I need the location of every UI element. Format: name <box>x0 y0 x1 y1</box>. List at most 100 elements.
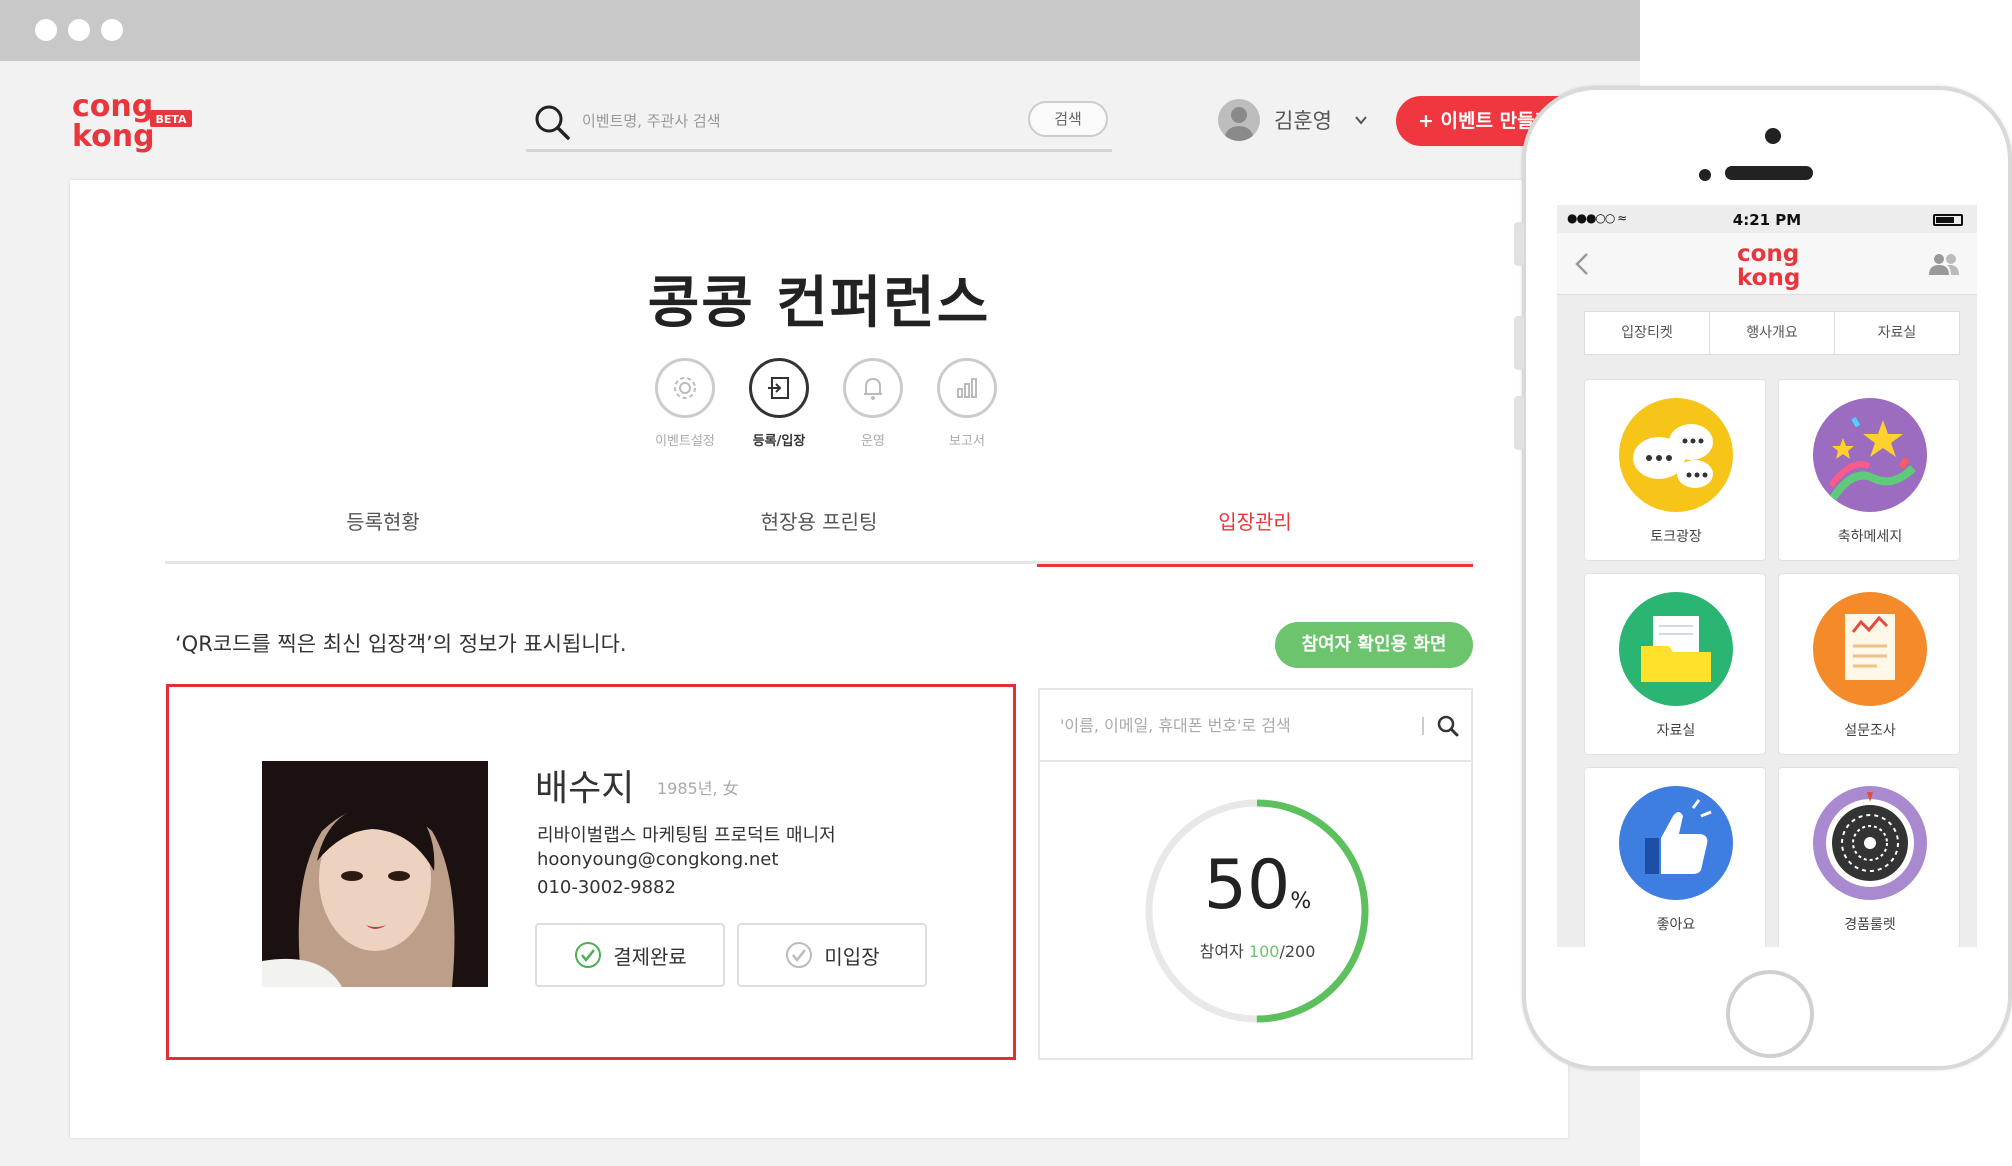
status-bar: ●●●○○ ≈ 4:21 PM <box>1557 205 1977 233</box>
entry-icon <box>768 377 789 399</box>
mobile-phone: ●●●○○ ≈ 4:21 PM cong kong 입장티켓 행사개요 자료실 <box>1514 86 2012 1070</box>
tile-label: 자료실 <box>1656 723 1696 739</box>
tab-entry-management[interactable]: 입장관리 <box>1037 498 1473 567</box>
volume-button <box>1514 316 1524 370</box>
beta-badge: BETA <box>155 113 187 126</box>
sub-tabs: 등록현황 현장용 프린팅 입장관리 <box>165 498 1473 567</box>
tab-onsite-printing[interactable]: 현장용 프린팅 <box>601 498 1037 564</box>
entered-count: 100 <box>1248 942 1280 961</box>
roulette-icon <box>1813 786 1927 900</box>
tile-talk[interactable]: 토크광장 <box>1584 379 1766 561</box>
tile-label: 설문조사 <box>1844 723 1896 739</box>
guest-meta: 1985년, 女 <box>657 779 739 798</box>
participant-search-input[interactable] <box>1060 710 1420 740</box>
participant-count: 참여자 100/200 <box>1040 938 1475 962</box>
nav-label: 보고서 <box>949 434 985 449</box>
nav-label: 이벤트설정 <box>655 434 715 449</box>
nav-item-report[interactable]: 보고서 <box>927 358 1007 449</box>
phone-screen: ●●●○○ ≈ 4:21 PM cong kong 입장티켓 행사개요 자료실 <box>1557 205 1977 947</box>
payment-complete-button[interactable]: 결제완료 <box>535 923 725 987</box>
folder-icon <box>1619 592 1733 706</box>
app-header: cong kong <box>1557 233 1977 295</box>
home-button[interactable] <box>1726 970 1814 1058</box>
app-logo-top: cong <box>1737 241 1799 267</box>
thumbs-up-icon <box>1619 786 1733 900</box>
browser-chrome <box>0 0 1640 61</box>
check-circle-icon <box>786 942 813 968</box>
nav-item-operation[interactable]: 운영 <box>833 358 913 449</box>
speaker <box>1725 166 1813 180</box>
guest-name: 배수지 <box>535 768 635 809</box>
search-icon[interactable] <box>532 102 572 142</box>
entry-stats-panel: 50% 참여자 100/200 <box>1038 688 1473 1060</box>
chevron-down-icon[interactable] <box>1354 113 1368 127</box>
participant-search <box>1040 690 1471 762</box>
nav-label: 운영 <box>861 434 885 449</box>
survey-icon <box>1813 592 1927 706</box>
sensor <box>1699 169 1711 181</box>
not-entered-label: 미입장 <box>824 944 880 969</box>
window-dot[interactable] <box>101 19 123 41</box>
guest-organization: 리바이벌랩스 마케팅팀 프로덕트 매니저 <box>537 825 836 846</box>
tile-label: 축하메세지 <box>1837 529 1903 545</box>
nav-label: 등록/입장 <box>752 434 806 449</box>
not-entered-button[interactable]: 미입장 <box>737 923 927 987</box>
segment-materials[interactable]: 자료실 <box>1835 312 1959 354</box>
guest-phone: 010-3002-9882 <box>537 877 676 898</box>
participant-confirm-button[interactable]: 참여자 확인용 화면 <box>1275 622 1473 668</box>
tile-like[interactable]: 좋아요 <box>1584 767 1766 947</box>
nav-item-registration[interactable]: 등록/입장 <box>739 358 819 449</box>
celebration-icon <box>1813 398 1927 512</box>
guest-email: hoonyoung@congkong.net <box>537 849 779 870</box>
app-logo: cong kong <box>1737 241 1800 291</box>
volume-button <box>1514 222 1524 266</box>
app-logo-bottom: kong <box>1737 265 1800 291</box>
gear-icon <box>674 377 696 399</box>
bar-chart-icon <box>957 378 977 398</box>
page-title: 콩콩 컨퍼런스 <box>647 271 991 336</box>
nav-item-settings[interactable]: 이벤트설정 <box>645 358 725 449</box>
avatar[interactable] <box>1218 99 1260 141</box>
tile-celebration[interactable]: 축하메세지 <box>1778 379 1960 561</box>
bell-icon <box>864 377 882 400</box>
tile-roulette[interactable]: 경품룰렛 <box>1778 767 1960 947</box>
volume-button <box>1514 396 1524 450</box>
search-icon[interactable] <box>1436 714 1460 738</box>
front-camera <box>1765 128 1781 144</box>
tab-registration-status[interactable]: 등록현황 <box>165 498 601 564</box>
battery-icon <box>1933 214 1963 226</box>
event-icon-nav: 이벤트설정 등록/입장 운영 보고서 <box>645 358 1005 458</box>
window-dot[interactable] <box>68 19 90 41</box>
people-icon[interactable] <box>1927 251 1961 277</box>
participants-label: 참여자 <box>1199 942 1244 961</box>
user-name: 김훈영 <box>1274 109 1332 133</box>
percent-unit: % <box>1290 889 1312 914</box>
event-search: 검색 <box>526 96 1112 152</box>
percent-value: 50 <box>1203 846 1291 925</box>
desktop-browser: cong kong BETA 검색 김훈영 + 이벤트 만들기 콩콩 컨퍼런스 <box>0 0 1656 1166</box>
user-menu[interactable]: 김훈영 <box>1218 98 1368 142</box>
guest-photo <box>262 761 488 987</box>
payment-complete-label: 결제완료 <box>613 944 687 969</box>
entry-info-text: ‘QR코드를 찍은 최신 입장객’의 정보가 표시됩니다. <box>175 632 627 656</box>
event-card: 콩콩 컨퍼런스 이벤트설정 등록/입장 운영 보고서 등록현황 현장용 프린팅 … <box>70 180 1568 1138</box>
tile-materials[interactable]: 자료실 <box>1584 573 1766 755</box>
search-button[interactable]: 검색 <box>1028 101 1108 137</box>
entry-percentage: 50% <box>1040 846 1475 925</box>
search-divider <box>1422 717 1424 735</box>
window-dot[interactable] <box>35 19 57 41</box>
congkong-logo[interactable]: cong kong BETA <box>70 88 196 154</box>
talk-icon <box>1619 398 1733 512</box>
segment-overview[interactable]: 행사개요 <box>1710 312 1835 354</box>
tile-survey[interactable]: 설문조사 <box>1778 573 1960 755</box>
tile-label: 좋아요 <box>1656 917 1696 933</box>
back-icon[interactable] <box>1573 251 1591 277</box>
tile-label: 토크광장 <box>1650 529 1702 545</box>
logo-text-bottom: kong <box>72 119 155 154</box>
search-input[interactable] <box>582 104 982 138</box>
tile-label: 경품룰렛 <box>1844 917 1896 933</box>
check-circle-icon <box>575 942 602 968</box>
status-time: 4:21 PM <box>1732 211 1802 229</box>
segment-ticket[interactable]: 입장티켓 <box>1585 312 1710 354</box>
app-segment-tabs: 입장티켓 행사개요 자료실 <box>1584 311 1960 355</box>
